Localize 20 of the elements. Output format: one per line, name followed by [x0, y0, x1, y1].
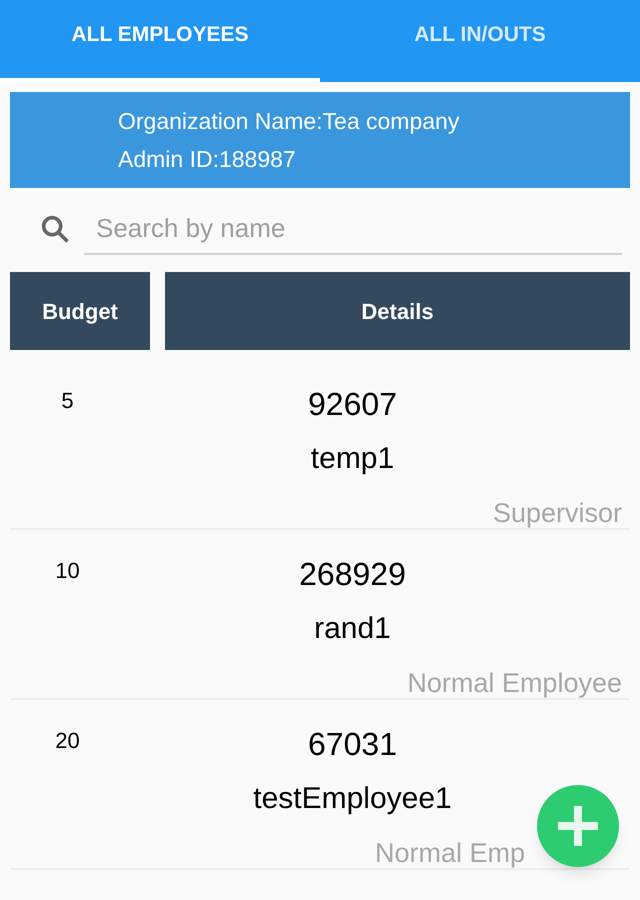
employee-name: testEmployee1 [253, 781, 452, 817]
employee-id: 67031 [308, 725, 397, 764]
employee-name: temp1 [310, 441, 394, 477]
employee-role: Normal Employee [407, 667, 622, 700]
admin-id: Admin ID:188987 [118, 145, 297, 174]
employee-id: 268929 [299, 555, 406, 594]
budget-value: 10 [55, 557, 80, 585]
column-header: Budget [10, 272, 150, 350]
column-header: Details [165, 272, 630, 350]
budget-value: 5 [61, 387, 74, 415]
budget-value: 20 [55, 727, 80, 755]
tab[interactable]: ALL IN/OUTS [320, 0, 640, 82]
tab[interactable]: ALL EMPLOYEES [0, 0, 320, 82]
plus-icon [555, 803, 601, 849]
employee-role: Supervisor [492, 497, 622, 530]
employee-id: 92607 [308, 385, 397, 424]
employee-name: rand1 [314, 611, 391, 647]
employee-role: Normal Emp [374, 837, 525, 870]
organization-name: Organization Name:Tea company [118, 106, 460, 136]
search-field[interactable]: Search by name [84, 203, 622, 255]
